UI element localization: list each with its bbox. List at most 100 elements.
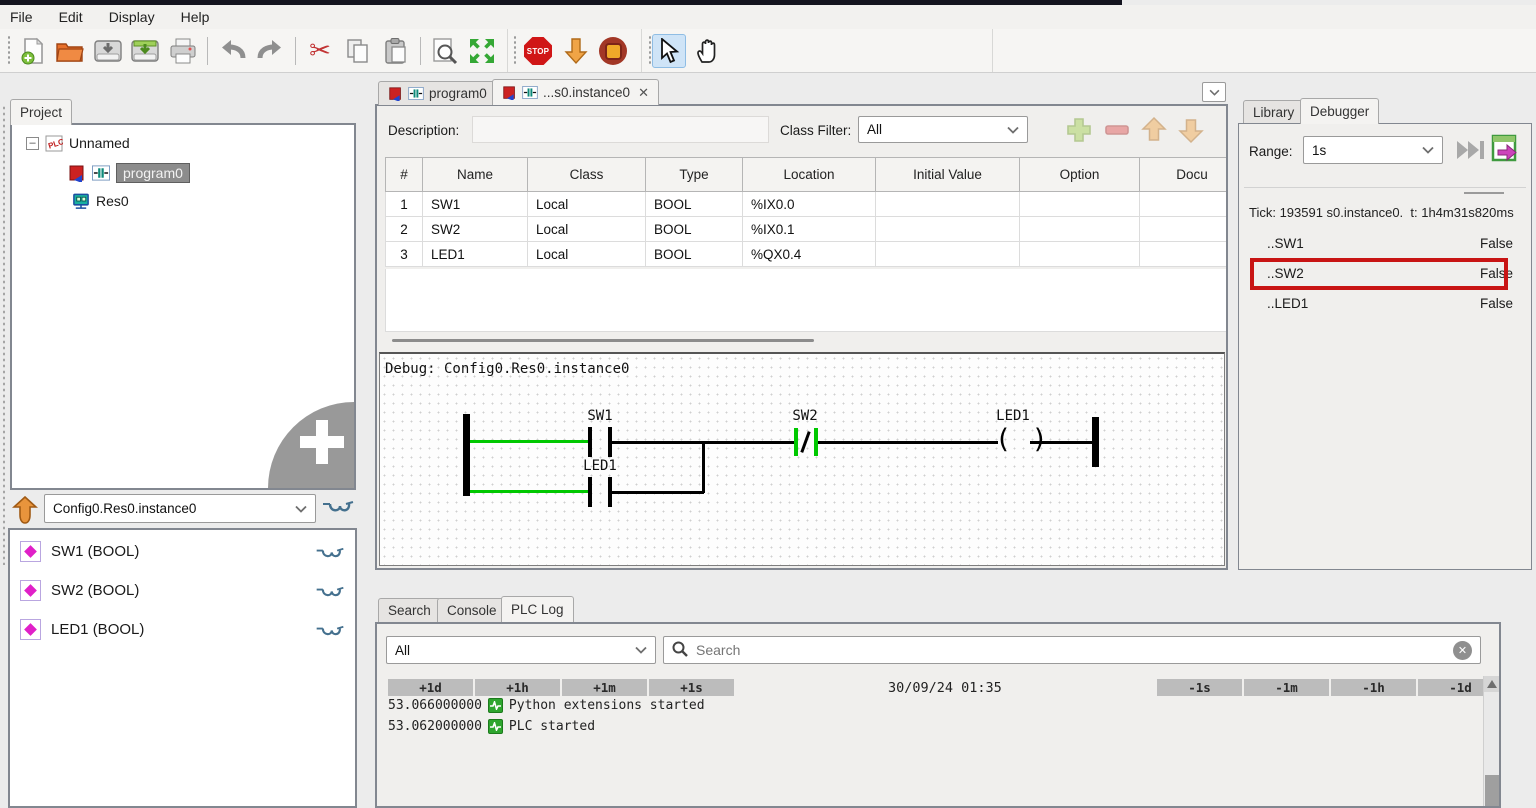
list-item-sw2[interactable]: SW2 (BOOL) [20, 580, 139, 601]
clear-search-icon[interactable]: ✕ [1453, 640, 1472, 660]
debug-glasses-icon[interactable] [322, 500, 354, 521]
tab-project[interactable]: Project [10, 99, 73, 125]
contact-sw1[interactable] [588, 427, 592, 457]
activity-icon [487, 719, 503, 734]
ladder-debug-view[interactable]: Debug: Config0.Res0.instance0 SW1 SW2 LE… [379, 352, 1225, 566]
toolbar-gripper[interactable] [7, 35, 11, 66]
print-button[interactable] [166, 34, 200, 68]
save-button[interactable] [91, 34, 125, 68]
contact-led1[interactable] [588, 477, 592, 507]
log-entry[interactable]: 53.062000000 PLC started [388, 719, 595, 734]
tab-search[interactable]: Search [378, 598, 441, 622]
run-button[interactable] [596, 34, 630, 68]
table-row[interactable]: 3 LED1 Local BOOL %QX0.4 [385, 241, 1226, 267]
log-search-box[interactable]: ✕ [663, 636, 1481, 664]
project-tree: – PLC Unnamed program0 Res0 [10, 123, 356, 490]
description-field[interactable] [472, 116, 769, 143]
paste-button[interactable] [379, 34, 413, 68]
move-row-down-button[interactable] [1176, 115, 1206, 148]
left-power-rail[interactable] [463, 414, 470, 496]
transfer-button[interactable] [559, 34, 593, 68]
vertical-splitter[interactable] [357, 73, 367, 808]
cut-button[interactable]: ✂ [303, 34, 337, 68]
panel-gripper[interactable] [2, 105, 6, 565]
col-initial-value[interactable]: Initial Value [875, 157, 1020, 192]
stop-button[interactable]: STOP [521, 34, 555, 68]
log-filter-dropdown[interactable]: All [386, 636, 656, 664]
col-option[interactable]: Option [1019, 157, 1140, 192]
debug-var-row-led1[interactable]: ..LED1 False [1267, 296, 1513, 311]
tab-debugger[interactable]: Debugger [1300, 98, 1380, 124]
search-button[interactable] [428, 34, 462, 68]
menu-help[interactable]: Help [181, 9, 210, 25]
tab-instance0[interactable]: ...s0.instance0 ✕ [492, 79, 659, 105]
list-item-led1[interactable]: LED1 (BOOL) [20, 619, 144, 640]
table-row[interactable]: 1 SW1 Local BOOL %IX0.0 [385, 191, 1226, 217]
col-index[interactable]: # [385, 157, 423, 192]
chevron-down-icon [1007, 126, 1019, 134]
move-row-up-button[interactable] [1139, 115, 1169, 148]
tree-node-res0[interactable]: Res0 [72, 193, 129, 209]
horizontal-sash[interactable] [392, 339, 814, 342]
col-type[interactable]: Type [645, 157, 743, 192]
log-scrollbar[interactable] [1483, 676, 1499, 806]
col-name[interactable]: Name [422, 157, 528, 192]
undo-button[interactable] [216, 34, 250, 68]
watch-glasses-icon[interactable] [315, 625, 345, 644]
tab-library[interactable]: Library [1243, 100, 1305, 124]
add-row-button[interactable] [1063, 115, 1095, 148]
scrollbar-thumb[interactable] [1485, 775, 1499, 806]
search-input[interactable] [696, 642, 1445, 658]
copy-button[interactable] [341, 34, 375, 68]
time-plus-1h-button[interactable]: +1h [475, 679, 560, 696]
save-as-button[interactable] [128, 34, 162, 68]
tree-node-program0[interactable]: program0 [68, 163, 190, 183]
add-element-button[interactable] [268, 402, 354, 488]
range-dropdown[interactable]: 1s [1303, 136, 1443, 164]
skip-forward-button[interactable] [1455, 139, 1487, 164]
menu-display[interactable]: Display [109, 9, 155, 25]
coil-led1[interactable]: ( ) [995, 424, 1050, 455]
watch-glasses-icon[interactable] [315, 547, 345, 566]
sash-grip[interactable] [1464, 192, 1504, 194]
time-minus-1s-button[interactable]: -1s [1157, 679, 1242, 696]
right-power-rail[interactable] [1092, 417, 1099, 467]
table-row[interactable]: 2 SW2 Local BOOL %IX0.1 [385, 216, 1226, 242]
tree-node-root[interactable]: – PLC Unnamed [26, 135, 130, 151]
instance-selector[interactable]: Config0.Res0.instance0 [44, 494, 316, 523]
log-time-controls: +1d +1h +1m +1s 30/09/24 01:35 -1s -1m -… [388, 679, 1499, 696]
new-file-button[interactable] [16, 34, 50, 68]
tab-program0[interactable]: program0 [378, 81, 497, 105]
tab-list-button[interactable] [1202, 82, 1226, 102]
time-plus-1m-button[interactable]: +1m [562, 679, 647, 696]
select-tool-button[interactable] [652, 34, 686, 68]
time-plus-1s-button[interactable]: +1s [649, 679, 734, 696]
tab-console[interactable]: Console [437, 598, 507, 622]
scroll-up-icon[interactable] [1484, 676, 1499, 692]
tab-plc-log[interactable]: PLC Log [501, 596, 574, 622]
time-minus-1m-button[interactable]: -1m [1244, 679, 1329, 696]
col-location[interactable]: Location [742, 157, 876, 192]
instance-up-icon[interactable] [11, 495, 39, 527]
list-item-sw1[interactable]: SW1 (BOOL) [20, 541, 139, 562]
zoom-fit-button[interactable] [465, 34, 499, 68]
watch-glasses-icon[interactable] [315, 586, 345, 605]
collapse-icon[interactable]: – [26, 136, 39, 150]
log-entry[interactable]: 53.066000000 Python extensions started [388, 698, 705, 713]
export-graph-button[interactable] [1491, 134, 1519, 165]
close-icon[interactable]: ✕ [638, 85, 649, 101]
debug-var-row-sw1[interactable]: ..SW1 False [1267, 236, 1513, 251]
col-class[interactable]: Class [527, 157, 646, 192]
col-documentation[interactable]: Docu [1139, 157, 1226, 192]
time-minus-1h-button[interactable]: -1h [1331, 679, 1416, 696]
class-filter-dropdown[interactable]: All [858, 116, 1028, 143]
menu-file[interactable]: File [10, 9, 33, 25]
menu-edit[interactable]: Edit [59, 9, 83, 25]
pan-tool-button[interactable] [690, 34, 724, 68]
delete-row-button[interactable] [1101, 115, 1133, 148]
time-plus-1d-button[interactable]: +1d [388, 679, 473, 696]
redo-button[interactable] [253, 34, 287, 68]
open-button[interactable] [53, 34, 87, 68]
toolbar-gripper[interactable] [513, 35, 517, 66]
negated-contact-sw2[interactable] [794, 428, 798, 456]
